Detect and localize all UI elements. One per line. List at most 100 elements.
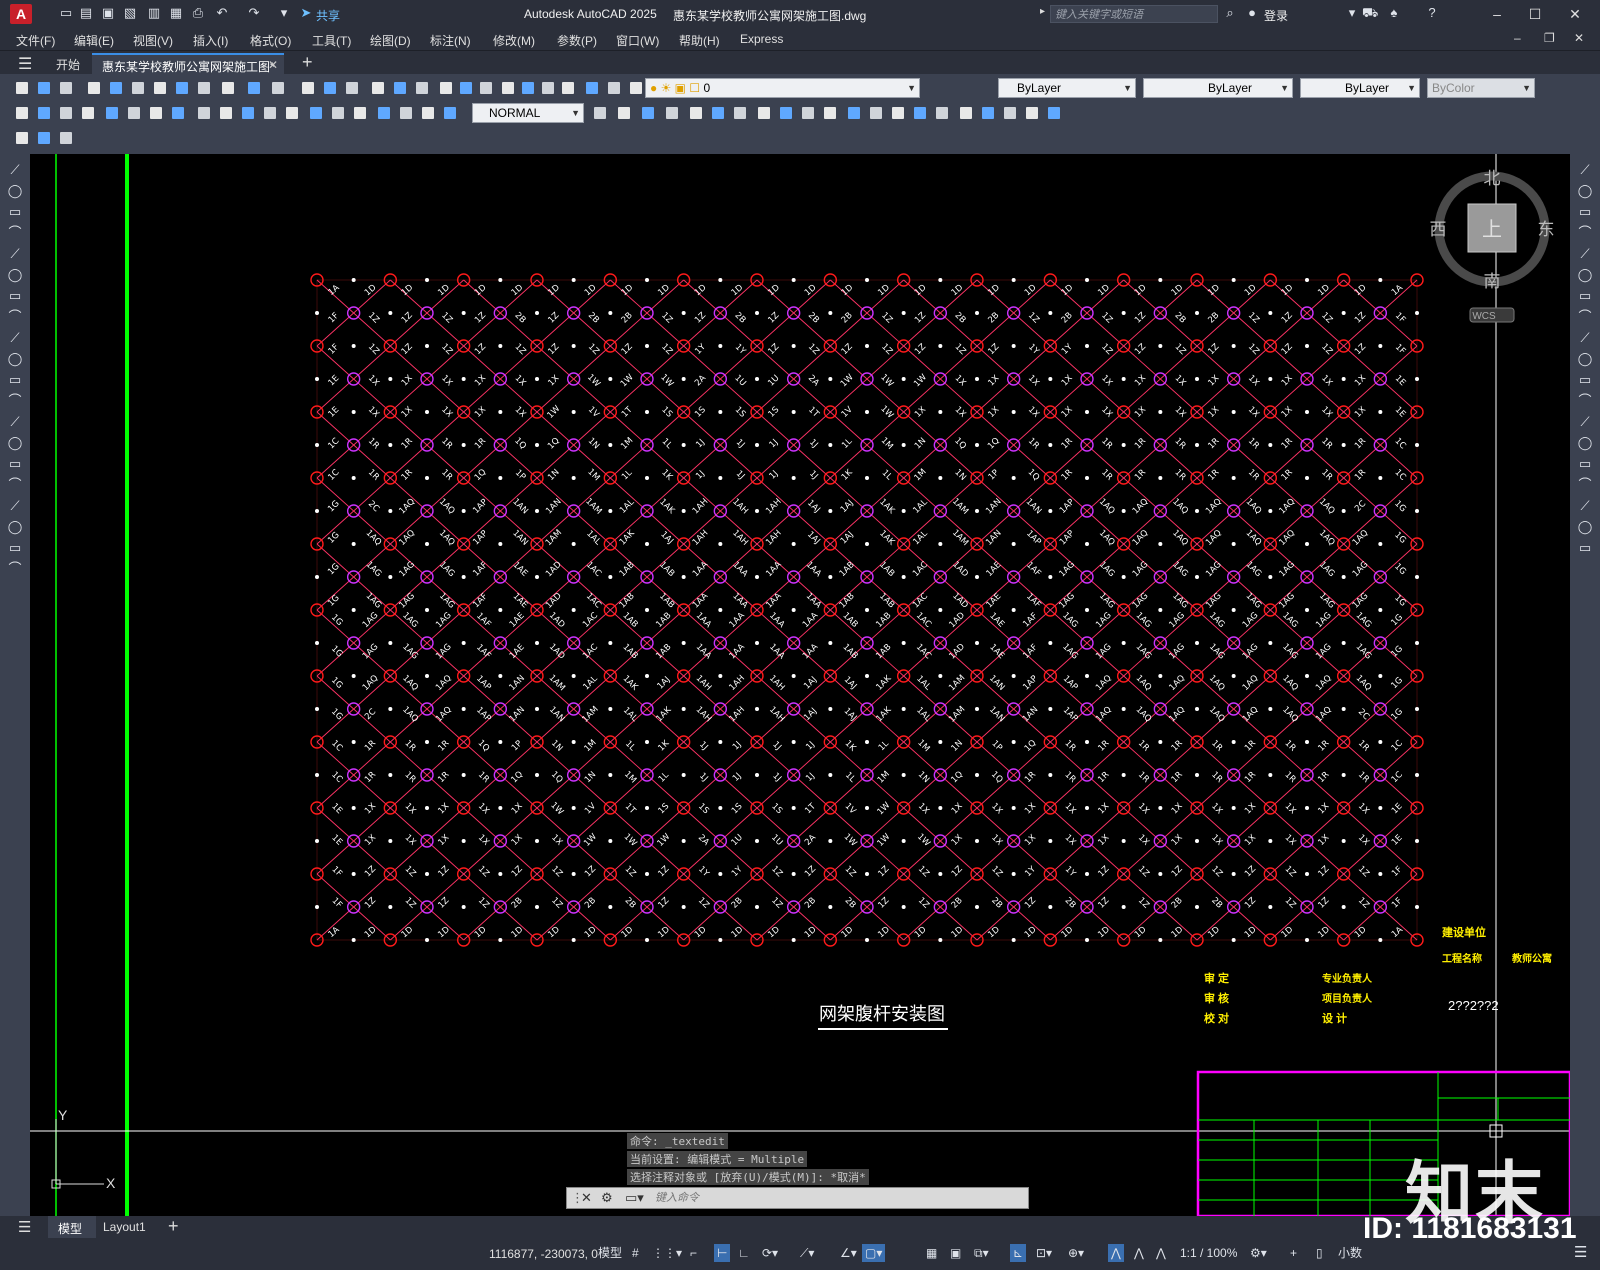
- side-tool-icon[interactable]: ◯: [7, 519, 23, 535]
- customize-icon[interactable]: ▾: [276, 5, 292, 21]
- side-tool-icon[interactable]: ⌒: [1577, 225, 1593, 241]
- toolbar-tool-icon[interactable]: [308, 105, 324, 121]
- toolbar-tool-icon[interactable]: [980, 105, 996, 121]
- side-tool-icon[interactable]: ⌒: [7, 561, 23, 577]
- tab-close-icon[interactable]: ✕: [268, 58, 278, 72]
- command-close-icon[interactable]: ✕: [581, 1190, 592, 1206]
- side-tool-icon[interactable]: ◯: [7, 183, 23, 199]
- autoscale-icon[interactable]: ⋀: [1134, 1244, 1144, 1262]
- side-tool-icon[interactable]: ◯: [1577, 519, 1593, 535]
- toolbar-tool-icon[interactable]: [478, 80, 494, 96]
- close-window-icon[interactable]: ✕: [1562, 4, 1588, 24]
- side-tool-icon[interactable]: ⌒: [1577, 477, 1593, 493]
- snap-icon[interactable]: ⋮⋮▾: [652, 1244, 682, 1262]
- toolbar-tool-icon[interactable]: [688, 105, 704, 121]
- tab-layout1[interactable]: Layout1: [103, 1220, 146, 1234]
- command-recent-icon[interactable]: ▭▾: [625, 1190, 644, 1206]
- side-tool-icon[interactable]: ⟋: [1577, 246, 1593, 262]
- help-icon[interactable]: ?: [1424, 5, 1440, 21]
- toolbar-tool-icon[interactable]: [240, 105, 256, 121]
- command-customize-icon[interactable]: ⚙: [601, 1190, 613, 1206]
- infer-icon[interactable]: ⌐: [690, 1244, 697, 1262]
- share-drawing-icon[interactable]: ▦: [168, 5, 184, 21]
- minimize-window-icon[interactable]: –: [1484, 4, 1510, 24]
- menu-help[interactable]: 帮助(H): [679, 32, 720, 49]
- side-tool-icon[interactable]: ◯: [1577, 351, 1593, 367]
- side-tool-icon[interactable]: ⌒: [7, 477, 23, 493]
- annotation-scale[interactable]: 1:1 / 100%: [1180, 1244, 1237, 1262]
- toolbar-tool-icon[interactable]: [148, 105, 164, 121]
- toolbar-tool-icon[interactable]: [934, 105, 950, 121]
- search-expand-icon[interactable]: ▸: [1040, 6, 1045, 17]
- annotation-monitor-icon[interactable]: +: [1290, 1244, 1297, 1262]
- polar-icon[interactable]: ∟: [738, 1244, 750, 1262]
- command-input[interactable]: [655, 1191, 1015, 1205]
- toolbar-tool-icon[interactable]: [36, 130, 52, 146]
- hamburger-menu-icon[interactable]: ☰: [18, 54, 32, 74]
- side-tool-icon[interactable]: ◯: [1577, 267, 1593, 283]
- side-tool-icon[interactable]: ▭: [1577, 540, 1593, 556]
- side-tool-icon[interactable]: ▭: [7, 540, 23, 556]
- viewcube-south[interactable]: 南: [1484, 272, 1501, 292]
- tab-document[interactable]: 惠东某学校教师公寓网架施工图* ✕: [92, 53, 284, 75]
- toolbar-tool-icon[interactable]: [778, 105, 794, 121]
- layer-dropdown[interactable]: ● ☀ ▣ ☐ 0 ▼: [645, 78, 920, 98]
- maximize-window-icon[interactable]: ☐: [1522, 4, 1548, 24]
- side-tool-icon[interactable]: ⌒: [7, 225, 23, 241]
- menu-edit[interactable]: 编辑(E): [74, 32, 114, 49]
- toolbar-tool-icon[interactable]: [170, 105, 186, 121]
- menu-insert[interactable]: 插入(I): [193, 32, 228, 49]
- menu-draw[interactable]: 绘图(D): [370, 32, 411, 49]
- side-tool-icon[interactable]: ⌒: [7, 393, 23, 409]
- side-tool-icon[interactable]: ◯: [7, 267, 23, 283]
- grid-icon[interactable]: #: [632, 1244, 639, 1262]
- new-tab-icon[interactable]: +: [302, 52, 313, 73]
- side-tool-icon[interactable]: ▭: [1577, 204, 1593, 220]
- units-icon[interactable]: ▯: [1316, 1244, 1323, 1262]
- toolbar-tool-icon[interactable]: [442, 105, 458, 121]
- toolbar-tool-icon[interactable]: [14, 105, 30, 121]
- menu-file[interactable]: 文件(F): [16, 32, 55, 49]
- toolbar-tool-icon[interactable]: [300, 80, 316, 96]
- lineweight-dropdown[interactable]: ByLayer ▼: [1300, 78, 1420, 98]
- tab-model[interactable]: 模型: [48, 1216, 96, 1238]
- toolbar-tool-icon[interactable]: [196, 80, 212, 96]
- toolbar-tool-icon[interactable]: [352, 105, 368, 121]
- toolbar-tool-icon[interactable]: [420, 105, 436, 121]
- toolbar-tool-icon[interactable]: [392, 80, 408, 96]
- selection-filter-icon[interactable]: ⊡▾: [1036, 1244, 1052, 1262]
- toolbar-tool-icon[interactable]: [664, 105, 680, 121]
- toolbar-tool-icon[interactable]: [246, 80, 262, 96]
- dropdown-icon[interactable]: ▾: [1344, 5, 1360, 21]
- side-tool-icon[interactable]: ◯: [1577, 435, 1593, 451]
- side-tool-icon[interactable]: ⟋: [7, 162, 23, 178]
- doc-restore-icon[interactable]: ❐: [1544, 31, 1555, 45]
- model-space-button[interactable]: 模型: [598, 1244, 622, 1262]
- side-tool-icon[interactable]: ⟋: [1577, 162, 1593, 178]
- transparency-icon[interactable]: ▦: [926, 1244, 937, 1262]
- toolbar-tool-icon[interactable]: [520, 80, 536, 96]
- cart-icon[interactable]: ⛟: [1362, 5, 1378, 21]
- plotstyle-dropdown[interactable]: ByColor ▼: [1427, 78, 1535, 98]
- selection-cycling-icon[interactable]: ▣: [950, 1244, 961, 1262]
- 3d-osnap-icon[interactable]: ⧉▾: [974, 1244, 989, 1262]
- toolbar-tool-icon[interactable]: [80, 105, 96, 121]
- object-snap-tracking-icon[interactable]: ⟋▾: [800, 1244, 814, 1262]
- new-layout-icon[interactable]: +: [168, 1216, 179, 1237]
- new-file-icon[interactable]: ▭: [58, 5, 74, 21]
- side-tool-icon[interactable]: ◯: [1577, 183, 1593, 199]
- side-tool-icon[interactable]: ▭: [1577, 288, 1593, 304]
- toolbar-tool-icon[interactable]: [822, 105, 838, 121]
- side-tool-icon[interactable]: ⟋: [7, 330, 23, 346]
- menu-dimension[interactable]: 标注(N): [430, 32, 471, 49]
- toolbar-tool-icon[interactable]: [592, 105, 608, 121]
- signin-button[interactable]: 登录: [1264, 7, 1288, 24]
- side-tool-icon[interactable]: ▭: [7, 204, 23, 220]
- toolbar-tool-icon[interactable]: [36, 105, 52, 121]
- plot-icon[interactable]: ⎙: [190, 5, 206, 21]
- toolbar-tool-icon[interactable]: [174, 80, 190, 96]
- toolbar-tool-icon[interactable]: [322, 80, 338, 96]
- gizmo-icon[interactable]: ⊕▾: [1068, 1244, 1084, 1262]
- toolbar-tool-icon[interactable]: [500, 80, 516, 96]
- toolbar-tool-icon[interactable]: [846, 105, 862, 121]
